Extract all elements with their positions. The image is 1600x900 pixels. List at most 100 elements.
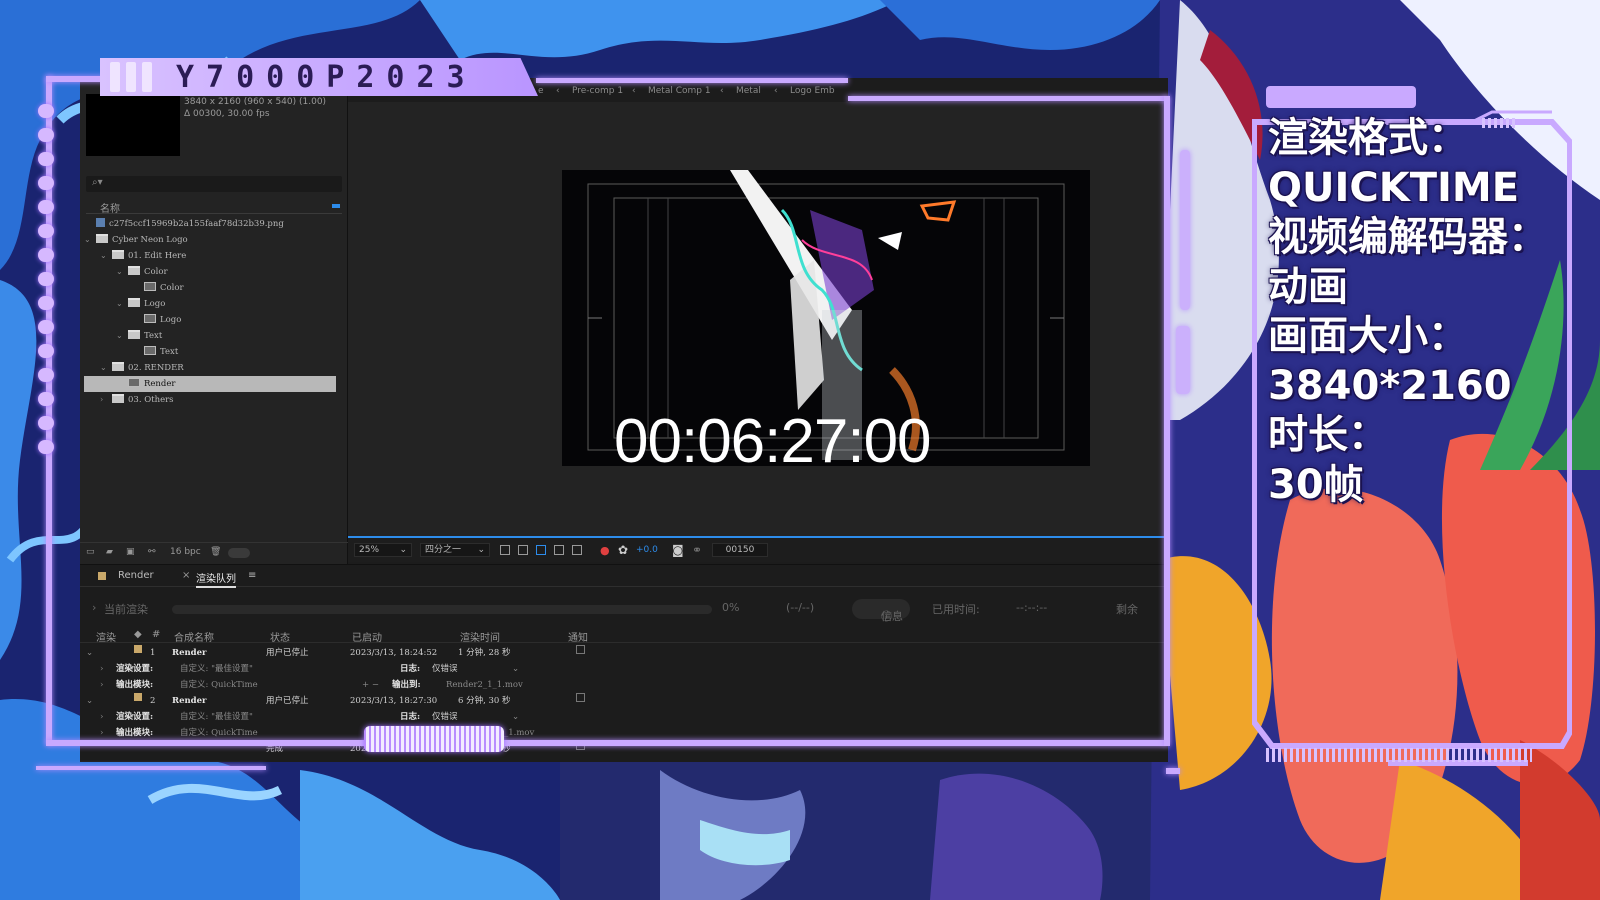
chevron-down-icon[interactable]: ⌄ [100, 360, 112, 376]
chevron-down-icon[interactable]: ⌄ [512, 661, 519, 677]
chevron-down-icon[interactable]: ⌄ [116, 264, 128, 280]
zoom-select[interactable]: 25% ⌄ [354, 543, 412, 557]
breadcrumb-item[interactable]: e [538, 86, 544, 96]
log-select[interactable]: 仅错误 [432, 709, 458, 725]
label-tag-icon[interactable]: ◆ [134, 629, 142, 640]
project-item-label: Render [144, 379, 176, 389]
current-frame-field[interactable]: 00150 [712, 543, 768, 557]
header-started[interactable]: 已启动 [352, 629, 382, 644]
chevron-down-icon[interactable]: ⌄ [86, 645, 93, 661]
tab-render-comp[interactable]: Render [118, 570, 154, 581]
panel-menu-icon[interactable]: ≡ [248, 570, 256, 581]
breadcrumb-separator: ‹ [556, 86, 560, 96]
project-column-header[interactable]: 名称 [86, 200, 342, 215]
interpret-footage-icon[interactable]: ▭ [86, 547, 95, 557]
project-item-comp[interactable]: Logo [84, 312, 336, 328]
project-item-folder[interactable]: ⌄ Logo [84, 296, 336, 312]
project-item-folder[interactable]: › 03. Others [84, 392, 336, 408]
chevron-right-icon[interactable]: › [100, 677, 103, 693]
flowchart-icon[interactable]: ⚯ [148, 547, 156, 557]
breadcrumb-item[interactable]: Logo Emb [790, 86, 835, 96]
project-item-comp[interactable]: Text [84, 344, 336, 360]
render-item-row[interactable]: ⌄ 2 Render 用户已停止 2023/3/13, 18:27:30 6 分… [80, 693, 1168, 709]
chevron-right-icon[interactable]: › [100, 709, 103, 725]
transparency-grid-icon[interactable] [518, 545, 528, 555]
header-render-time[interactable]: 渲染时间 [460, 629, 500, 644]
snapshot-icon[interactable]: ◙ [672, 543, 684, 557]
grid-guides-icon[interactable] [554, 545, 564, 555]
viewer-toolbar: 25% ⌄ 四分之一 ⌄ ● ✿ +0.0 ◙ ⚭ 00150 [348, 536, 1168, 562]
render-settings-label: 渲染设置: [116, 712, 154, 722]
output-module-value[interactable]: 自定义: QuickTime [180, 725, 258, 741]
project-item-folder[interactable]: ⌄ Text [84, 328, 336, 344]
project-item-file[interactable]: c27f5ccf15969b2a155faaf78d32b39.png [84, 216, 336, 232]
project-item-comp[interactable]: Color [84, 280, 336, 296]
bit-depth-button[interactable]: 16 bpc [170, 547, 201, 557]
project-item-folder[interactable]: ⌄ Color [84, 264, 336, 280]
exposure-value[interactable]: +0.0 [636, 545, 658, 555]
output-to-value[interactable]: _1.mov [504, 725, 534, 741]
current-render-row: › 当前渲染 0% (--/--) ⓘ 信息 已用时间: --:--:-- 剩余 [80, 593, 1168, 623]
log-select[interactable]: 仅错误 [432, 661, 458, 677]
notify-checkbox[interactable] [576, 645, 585, 654]
label-swatch[interactable] [134, 645, 142, 653]
new-composition-icon[interactable]: ▣ [126, 547, 135, 557]
chevron-down-icon[interactable]: ⌄ [84, 232, 96, 248]
project-search-input[interactable]: ⌕▾ [86, 176, 342, 192]
after-effects-window: 3840 x 2160 (960 x 540) (1.00) Δ 00300, … [80, 78, 1168, 762]
label-swatch[interactable] [134, 693, 142, 701]
render-settings-value[interactable]: 自定义: "最佳设置" [180, 709, 253, 725]
tab-render-queue[interactable]: 渲染队列 [196, 570, 236, 588]
frame-dot [38, 440, 54, 454]
header-notify[interactable]: 通知 [568, 629, 588, 644]
comp-icon [144, 314, 156, 323]
trash-icon[interactable]: 🗑 [210, 547, 221, 557]
comp-icon [128, 378, 140, 387]
notify-checkbox[interactable] [576, 693, 585, 702]
comp-icon [144, 282, 156, 291]
project-item-folder[interactable]: ⌄ 01. Edit Here [84, 248, 336, 264]
view-options-icon[interactable] [572, 545, 582, 555]
add-output-icon[interactable]: + − [362, 677, 379, 693]
comp-icon [144, 346, 156, 355]
render-settings-value[interactable]: 自定义: "最佳设置" [180, 661, 253, 677]
frame-bottom-accent [36, 766, 266, 770]
color-management-icon[interactable]: ✿ [618, 543, 628, 557]
header-render[interactable]: 渲染 [96, 629, 116, 644]
info-line-codec-label: 视频编解码器： [1268, 214, 1548, 260]
folder-icon [128, 266, 140, 275]
chevron-right-icon[interactable]: › [92, 601, 96, 614]
chevron-right-icon[interactable]: › [100, 725, 103, 741]
info-button[interactable]: ⓘ 信息 [852, 599, 910, 623]
project-item-folder[interactable]: ⌄ 02. RENDER [84, 360, 336, 376]
output-to-value[interactable]: Render2_1_1.mov [446, 677, 523, 693]
chevron-down-icon[interactable]: ⌄ [512, 709, 519, 725]
output-module-value[interactable]: 自定义: QuickTime [180, 677, 258, 693]
project-item-folder[interactable]: ⌄ Cyber Neon Logo [84, 232, 336, 248]
toggle-switch[interactable] [228, 548, 250, 558]
render-item-row[interactable]: ⌄ 1 Render 用户已停止 2023/3/13, 18:24:52 1 分… [80, 645, 1168, 661]
header-comp-name[interactable]: 合成名称 [174, 629, 214, 644]
render-queue-panel: Render × 渲染队列 ≡ › 当前渲染 0% (--/--) ⓘ 信息 已… [80, 564, 1168, 762]
render-queue-header: 渲染 ◆ # 合成名称 状态 已启动 渲染时间 通知 [80, 629, 1168, 644]
chevron-down-icon[interactable]: ⌄ [116, 328, 128, 344]
header-index[interactable]: # [152, 629, 160, 640]
breadcrumb-item[interactable]: Metal [736, 86, 761, 96]
show-snapshot-icon[interactable]: ⚭ [692, 543, 702, 557]
new-folder-icon[interactable]: ▰ [106, 547, 113, 557]
mask-visibility-icon[interactable] [536, 545, 546, 555]
project-item-label: c27f5ccf15969b2a155faaf78d32b39.png [109, 219, 284, 229]
close-icon[interactable]: × [182, 570, 190, 581]
chevron-down-icon[interactable]: ⌄ [116, 296, 128, 312]
chevron-down-icon[interactable]: ⌄ [100, 248, 112, 264]
chevron-down-icon[interactable]: ⌄ [86, 693, 93, 709]
header-status[interactable]: 状态 [270, 629, 290, 644]
channel-icon[interactable]: ● [600, 544, 610, 557]
breadcrumb-item[interactable]: Metal Comp 1 [648, 86, 711, 96]
chevron-right-icon[interactable]: › [100, 392, 112, 408]
chevron-right-icon[interactable]: › [100, 661, 103, 677]
resolution-select[interactable]: 四分之一 ⌄ [420, 543, 490, 557]
breadcrumb-item[interactable]: Pre-comp 1 [572, 86, 623, 96]
region-of-interest-icon[interactable] [500, 545, 510, 555]
project-item-comp[interactable]: Render [84, 376, 336, 392]
